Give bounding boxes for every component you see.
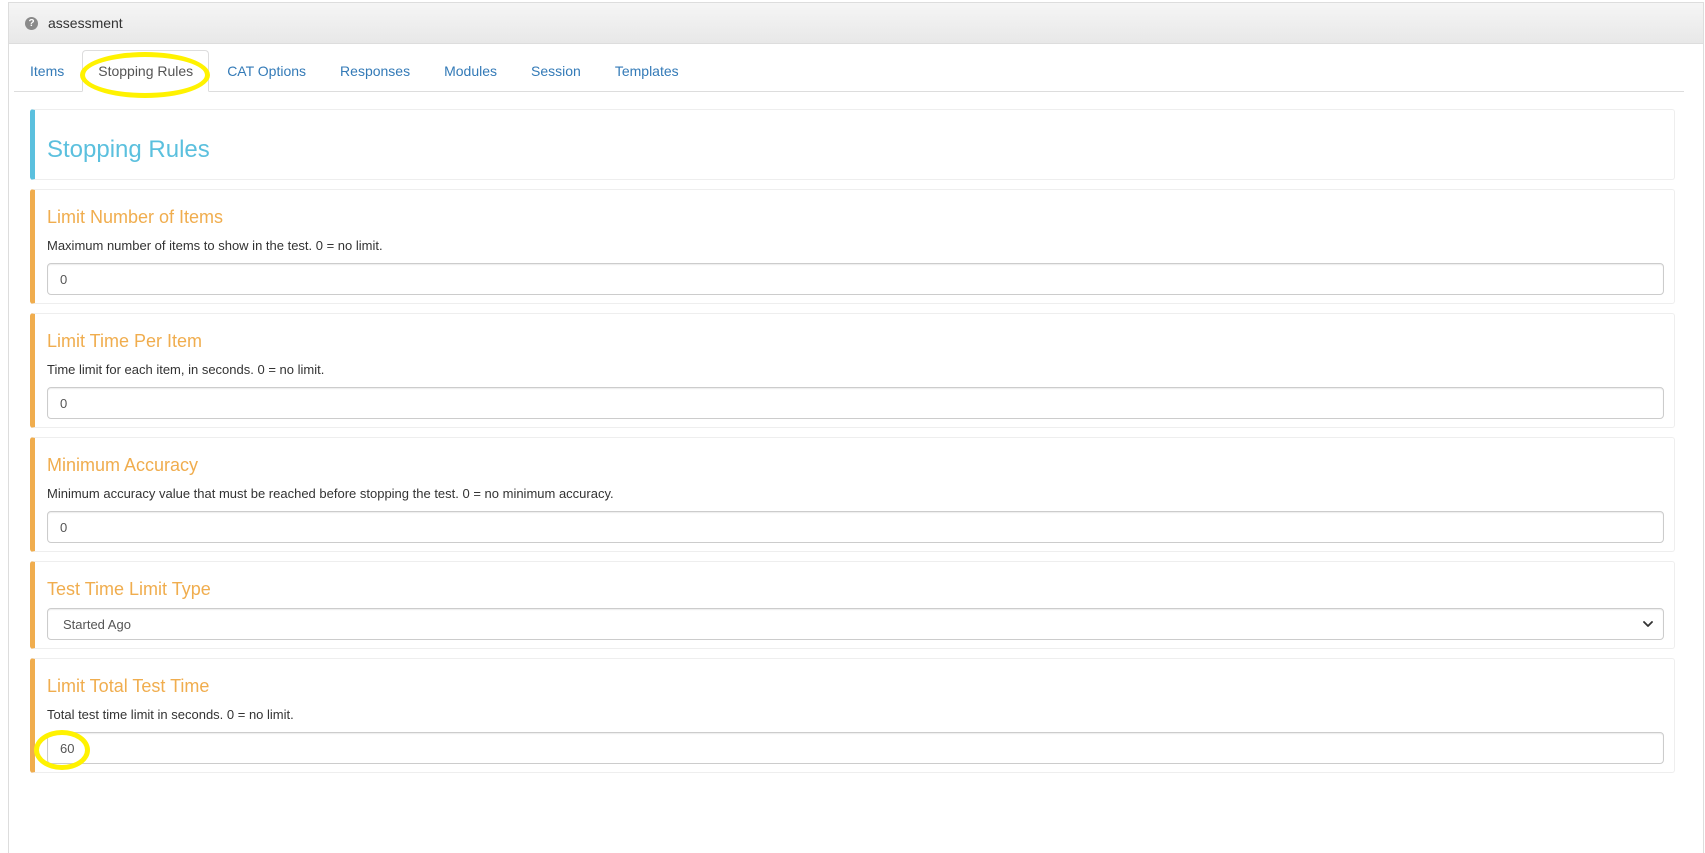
limit-items-description: Maximum number of items to show in the t… <box>47 238 383 253</box>
limit-items-value: 0 <box>60 271 68 287</box>
min-accuracy-value: 0 <box>60 519 68 535</box>
limit-time-per-item-title: Limit Time Per Item <box>47 331 203 351</box>
min-accuracy-title: Minimum Accuracy <box>47 455 199 475</box>
question-circle-icon[interactable]: ? <box>25 16 38 30</box>
min-accuracy-callout: Minimum Accuracy Minimum accuracy value … <box>30 437 1675 552</box>
limit-time-per-item-value: 0 <box>60 395 68 411</box>
section-title-callout: Stopping Rules <box>30 109 1675 180</box>
limit-total-time-value: 60 <box>60 740 75 756</box>
limit-time-per-item-callout: Limit Time Per Item Time limit for each … <box>30 313 1675 428</box>
limit-total-time-callout: Limit Total Test Time Total test time li… <box>30 658 1675 773</box>
time-limit-type-select[interactable]: Started Ago <box>47 608 1664 640</box>
limit-total-time-title: Limit Total Test Time <box>47 676 210 696</box>
panel-heading: ? assessment <box>9 3 1703 44</box>
panel-title: assessment <box>48 15 123 31</box>
time-limit-type-callout: Test Time Limit Type Started Ago <box>30 561 1675 649</box>
tab-cat-options[interactable]: CAT Options <box>211 50 322 91</box>
min-accuracy-description: Minimum accuracy value that must be reac… <box>47 486 614 501</box>
time-limit-type-title: Test Time Limit Type <box>47 579 211 599</box>
limit-time-per-item-description: Time limit for each item, in seconds. 0 … <box>47 362 325 377</box>
section-title: Stopping Rules <box>47 136 210 163</box>
tab-modules[interactable]: Modules <box>428 50 513 91</box>
tab-templates[interactable]: Templates <box>599 50 695 91</box>
limit-items-title: Limit Number of Items <box>47 207 224 227</box>
limit-items-callout: Limit Number of Items Maximum number of … <box>30 189 1675 304</box>
min-accuracy-input[interactable]: 0 <box>47 511 1664 543</box>
limit-total-time-input[interactable]: 60 <box>47 732 1664 764</box>
limit-items-input[interactable]: 0 <box>47 263 1664 295</box>
chevron-down-icon <box>1643 621 1653 627</box>
limit-total-time-description: Total test time limit in seconds. 0 = no… <box>47 707 294 722</box>
limit-time-per-item-input[interactable]: 0 <box>47 387 1664 419</box>
time-limit-type-selected: Started Ago <box>63 616 131 632</box>
tab-session[interactable]: Session <box>515 50 597 91</box>
tab-bar: Items Stopping Rules CAT Options Respons… <box>14 50 1684 92</box>
tab-stopping-rules[interactable]: Stopping Rules <box>82 50 210 92</box>
tab-responses[interactable]: Responses <box>324 50 426 91</box>
tab-items[interactable]: Items <box>14 50 80 91</box>
